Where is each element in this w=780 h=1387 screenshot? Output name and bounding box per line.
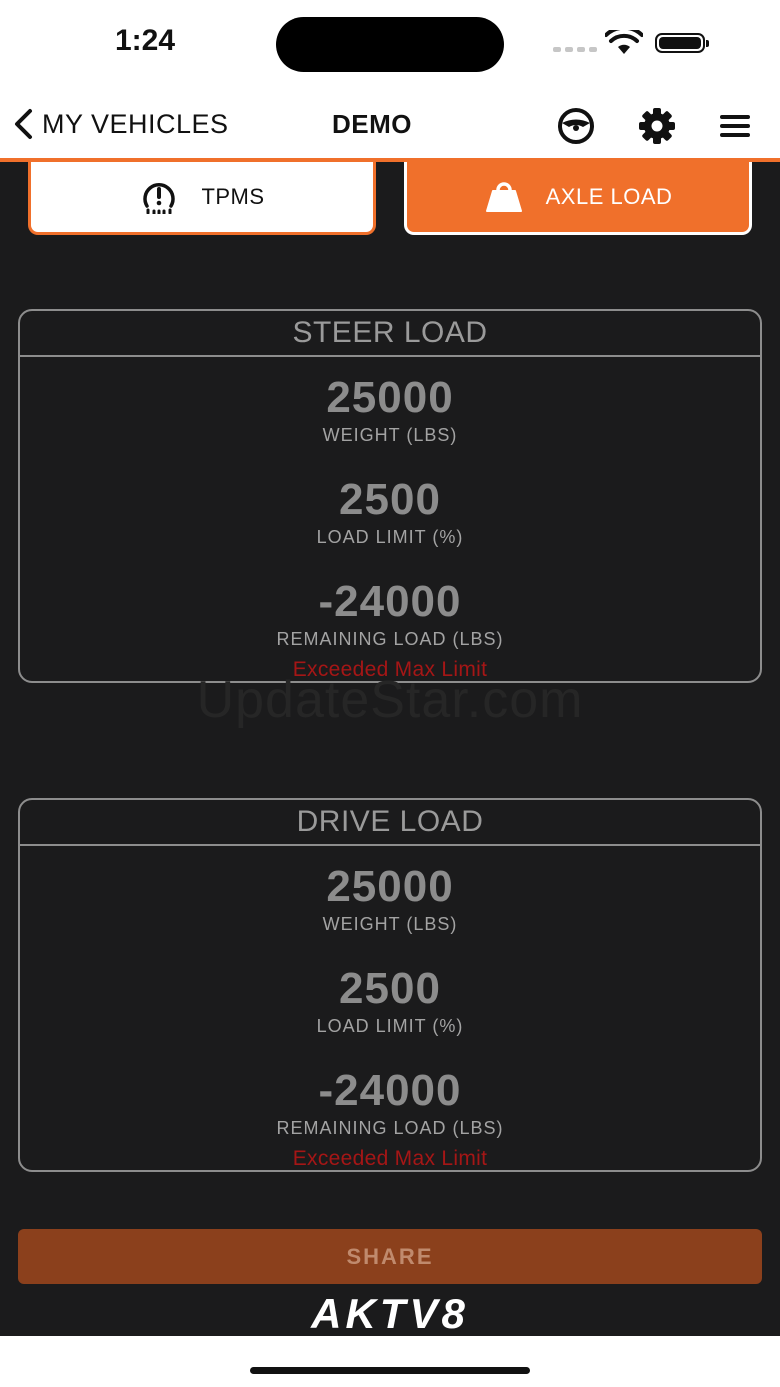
weight-metric: 25000 WEIGHT (LBS) [20,862,760,935]
load-limit-value: 2500 [339,964,441,1013]
weight-icon [485,182,522,212]
watermark: UpdateStar.com [196,671,584,729]
battery-icon [655,33,709,53]
dynamic-island [276,17,504,72]
steering-wheel-icon[interactable] [556,106,596,146]
page-title: DEMO [332,109,412,139]
weight-value: 25000 [326,862,454,911]
wifi-icon [605,30,643,54]
home-indicator[interactable] [250,1367,530,1374]
cellular-signal-icon [553,47,597,52]
remaining-load-label: REMAINING LOAD (LBS) [276,629,504,649]
tab-label: TPMS [201,184,265,209]
steer-load-card: STEER LOAD 25000 WEIGHT (LBS) 2500 LOAD … [18,309,762,683]
remaining-load-value: -24000 [318,1066,462,1115]
weight-metric: 25000 WEIGHT (LBS) [20,373,760,446]
remaining-load-metric: -24000 REMAINING LOAD (LBS) [20,1066,760,1139]
tab-tpms[interactable]: TPMS [28,162,376,235]
segment-tabs: TPMS AXLE LOAD [0,162,780,240]
weight-label: WEIGHT (LBS) [322,425,458,445]
status-bar: 1:24 [0,0,780,90]
card-title: STEER LOAD [20,311,760,357]
tab-label: AXLE LOAD [545,184,673,209]
drive-load-card: DRIVE LOAD 25000 WEIGHT (LBS) 2500 LOAD … [18,798,762,1172]
remaining-load-label: REMAINING LOAD (LBS) [276,1118,504,1138]
hamburger-menu-icon[interactable] [716,106,756,146]
exceeded-limit-warning: Exceeded Max Limit [292,1147,488,1170]
remaining-load-metric: -24000 REMAINING LOAD (LBS) [20,577,760,650]
navigation-bar: MY VEHICLES DEMO [0,90,780,162]
tab-axle-load[interactable]: AXLE LOAD [404,162,752,235]
share-button[interactable]: SHARE [18,1229,762,1284]
load-limit-metric: 2500 LOAD LIMIT (%) [20,964,760,1037]
gear-icon[interactable] [637,106,677,146]
card-title: DRIVE LOAD [20,800,760,846]
load-limit-value: 2500 [339,475,441,524]
load-limit-metric: 2500 LOAD LIMIT (%) [20,475,760,548]
status-time: 1:24 [115,24,176,57]
tire-pressure-warning-icon [143,183,176,214]
brand-logo: AKTV8 [311,1290,469,1337]
weight-label: WEIGHT (LBS) [322,914,458,934]
home-indicator-area [0,1336,780,1387]
weight-value: 25000 [326,373,454,422]
remaining-load-value: -24000 [318,577,462,626]
load-limit-label: LOAD LIMIT (%) [316,1016,464,1036]
load-limit-label: LOAD LIMIT (%) [316,527,464,547]
